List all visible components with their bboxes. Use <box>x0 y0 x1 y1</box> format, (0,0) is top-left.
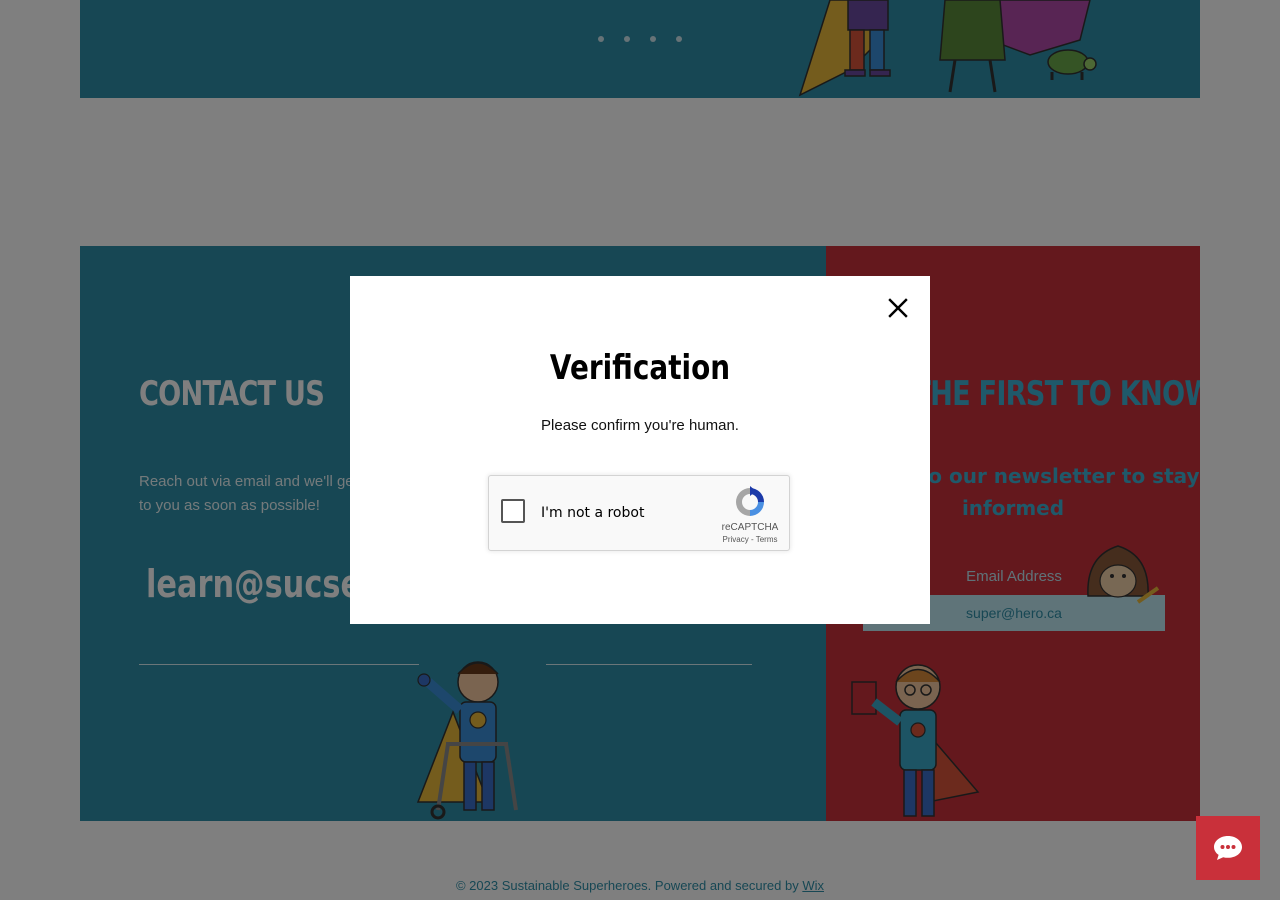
chat-button[interactable] <box>1196 816 1260 880</box>
verification-dialog: Verification Please confirm you're human… <box>350 276 930 624</box>
close-button[interactable] <box>884 294 912 322</box>
recaptcha-checkbox[interactable] <box>501 499 525 523</box>
recaptcha-link-separator: - <box>748 535 756 544</box>
dialog-title: Verification <box>549 348 731 388</box>
recaptcha-brand: reCAPTCHA <box>721 522 779 533</box>
recaptcha-logo-icon <box>736 486 764 516</box>
close-icon <box>888 298 908 318</box>
recaptcha-links: Privacy - Terms <box>705 535 795 544</box>
recaptcha-privacy-link[interactable]: Privacy <box>723 535 749 544</box>
chat-bubble-icon <box>1214 836 1242 860</box>
recaptcha-label: I'm not a robot <box>541 505 645 521</box>
recaptcha-terms-link[interactable]: Terms <box>756 535 778 544</box>
dialog-text: Please confirm you're human. <box>541 417 739 434</box>
recaptcha-widget: I'm not a robot reCAPTCHA Privacy - Term… <box>488 475 790 551</box>
